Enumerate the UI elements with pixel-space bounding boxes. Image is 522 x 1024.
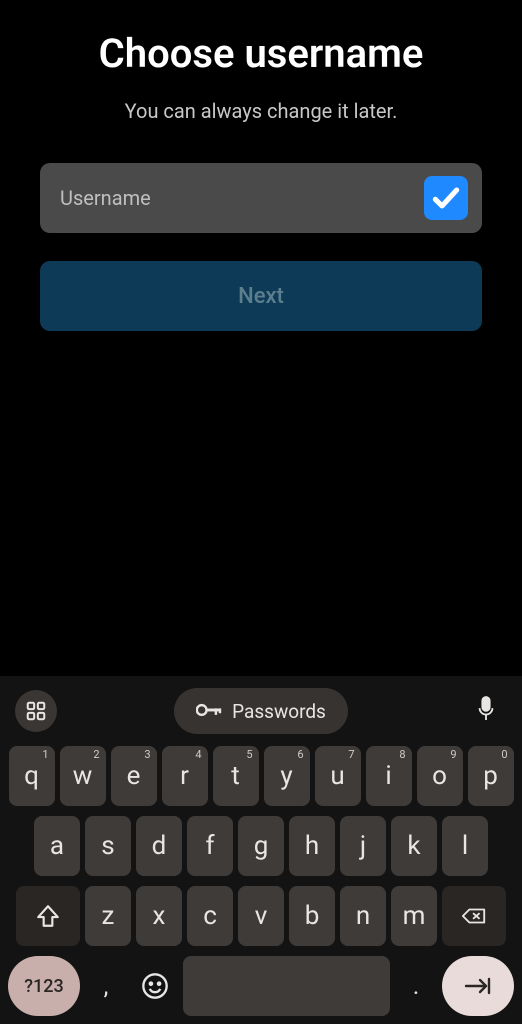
- key-k[interactable]: k: [391, 816, 437, 876]
- key-l[interactable]: l: [442, 816, 488, 876]
- keyboard-row-3: zxcvbnm: [4, 886, 518, 946]
- backspace-key[interactable]: [442, 886, 506, 946]
- symbols-key[interactable]: ?123: [8, 956, 80, 1016]
- key-p[interactable]: p0: [468, 746, 514, 806]
- key-g[interactable]: g: [238, 816, 284, 876]
- key-c[interactable]: c: [187, 886, 233, 946]
- enter-key[interactable]: [442, 956, 514, 1016]
- passwords-label: Passwords: [232, 700, 326, 723]
- key-n[interactable]: n: [340, 886, 386, 946]
- key-f[interactable]: f: [187, 816, 233, 876]
- key-w[interactable]: w2: [60, 746, 106, 806]
- mic-icon[interactable]: [475, 695, 497, 727]
- keyboard-row-1: q1w2e3r4t5y6u7i8o9p0: [4, 746, 518, 806]
- next-button[interactable]: Next: [40, 261, 482, 331]
- main-content: Choose username You can always change it…: [0, 0, 522, 676]
- key-t[interactable]: t5: [213, 746, 259, 806]
- key-h[interactable]: h: [289, 816, 335, 876]
- key-a[interactable]: a: [34, 816, 80, 876]
- page-title: Choose username: [40, 30, 482, 77]
- key-e[interactable]: e3: [111, 746, 157, 806]
- key-y[interactable]: y6: [264, 746, 310, 806]
- key-d[interactable]: d: [136, 816, 182, 876]
- key-v[interactable]: v: [238, 886, 284, 946]
- period-key[interactable]: .: [395, 956, 437, 1016]
- key-r[interactable]: r4: [162, 746, 208, 806]
- key-j[interactable]: j: [340, 816, 386, 876]
- passwords-chip[interactable]: Passwords: [174, 688, 348, 734]
- key-m[interactable]: m: [391, 886, 437, 946]
- key-b[interactable]: b: [289, 886, 335, 946]
- shift-key[interactable]: [16, 886, 80, 946]
- keyboard-apps-icon[interactable]: [15, 690, 57, 732]
- on-screen-keyboard: Passwords q1w2e3r4t5y6u7i8o9p0 asdfghjkl: [0, 676, 522, 1024]
- username-input-row[interactable]: [40, 163, 482, 233]
- space-key[interactable]: [183, 956, 390, 1016]
- check-icon: [424, 176, 468, 220]
- page-subtitle: You can always change it later.: [40, 99, 482, 123]
- key-s[interactable]: s: [85, 816, 131, 876]
- key-icon: [196, 700, 222, 723]
- key-q[interactable]: q1: [9, 746, 55, 806]
- key-x[interactable]: x: [136, 886, 182, 946]
- username-input[interactable]: [60, 186, 424, 210]
- keyboard-row-2: asdfghjkl: [4, 816, 518, 876]
- comma-key[interactable]: ,: [85, 956, 127, 1016]
- key-z[interactable]: z: [85, 886, 131, 946]
- key-u[interactable]: u7: [315, 746, 361, 806]
- emoji-key[interactable]: [132, 956, 178, 1016]
- key-o[interactable]: o9: [417, 746, 463, 806]
- key-i[interactable]: i8: [366, 746, 412, 806]
